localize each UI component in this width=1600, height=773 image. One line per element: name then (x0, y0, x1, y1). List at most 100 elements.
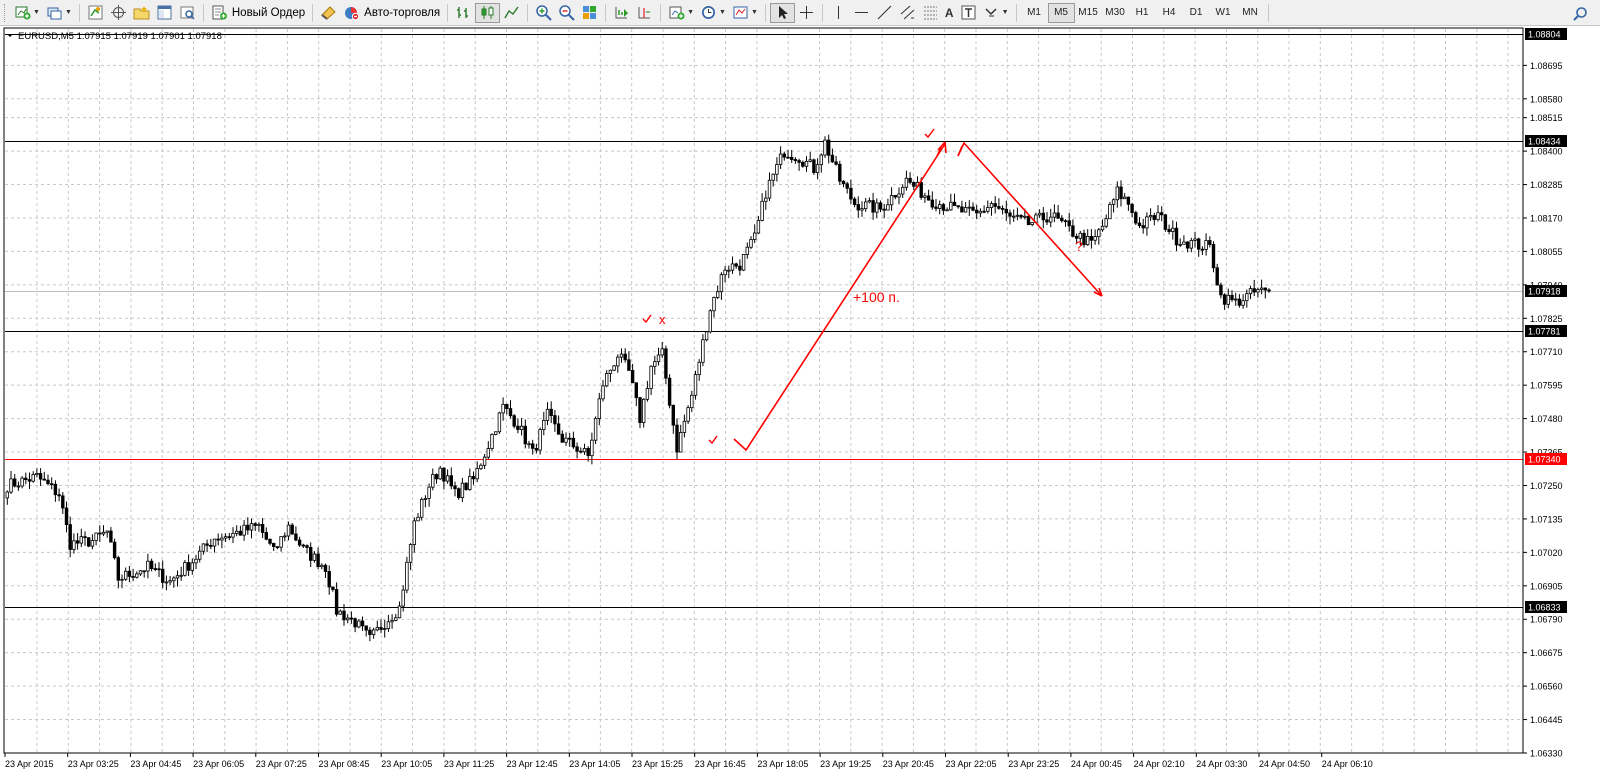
candle-body (205, 543, 209, 546)
symbol-info: EURUSD,M5 1.07915 1.07919 1.07901 1.0791… (18, 31, 222, 42)
candle-body (967, 206, 971, 209)
candle-body (619, 353, 624, 358)
candle-body (394, 617, 398, 621)
text-tool-button[interactable]: A (942, 3, 957, 23)
candle-body (105, 530, 109, 533)
timeframe-m1-button[interactable]: M1 (1021, 3, 1048, 23)
vertical-line-button[interactable] (827, 3, 850, 23)
candle-body (793, 159, 798, 162)
candle-body (220, 537, 224, 541)
candle-body (1237, 298, 1242, 306)
trendline-button[interactable] (873, 3, 896, 23)
crosshair-icon (799, 6, 813, 19)
timeframe-mn-button[interactable]: MN (1237, 3, 1264, 23)
candle-body (397, 605, 402, 619)
timeframe-w1-button[interactable]: W1 (1210, 3, 1237, 23)
candle-body (468, 476, 472, 490)
timeframe-label: W1 (1215, 7, 1231, 18)
autoscroll-button[interactable] (610, 3, 633, 23)
candle-body (1241, 300, 1245, 306)
timeframe-h4-button[interactable]: H4 (1156, 3, 1183, 23)
candle-body (875, 202, 879, 213)
zoom-out-button[interactable] (555, 3, 578, 23)
candle-body (238, 530, 243, 536)
market-watch-button[interactable] (84, 3, 107, 23)
candle-body (1071, 225, 1075, 237)
timeframe-label: MN (1242, 7, 1258, 18)
price-tick-label: 1.06330 (1530, 749, 1563, 759)
candle-body (1134, 212, 1138, 224)
new-chart-button[interactable]: ▼ (11, 3, 43, 23)
candle-body (549, 408, 553, 416)
candle-body (545, 408, 550, 421)
time-tick-label: 23 Apr 06:05 (193, 759, 244, 769)
strategy-tester-icon (180, 6, 195, 20)
timeframe-m30-button[interactable]: M30 (1102, 3, 1129, 23)
candle-body (109, 530, 113, 543)
candle-body (586, 448, 590, 457)
candle-body (323, 564, 328, 572)
profiles-button[interactable]: ▼ (43, 3, 75, 23)
templates-icon (733, 6, 748, 19)
candle-body (1193, 238, 1197, 241)
candle-body (623, 353, 627, 361)
equidistant-channel-button[interactable] (896, 3, 919, 23)
time-tick-label: 23 Apr 16:45 (695, 759, 746, 769)
toolbar-grip[interactable] (4, 3, 8, 22)
candle-body (960, 206, 964, 213)
arrows-button[interactable]: ▼ (980, 3, 1012, 23)
candle-body (90, 540, 95, 547)
navigator-button[interactable] (107, 3, 130, 23)
search-button[interactable] (1569, 4, 1592, 24)
fibonacci-button[interactable] (919, 3, 942, 23)
timeframe-m5-button[interactable]: M5 (1047, 2, 1075, 23)
candle-body (860, 208, 864, 211)
horizontal-line-button[interactable] (850, 3, 873, 23)
strategy-tester-button[interactable] (176, 3, 199, 23)
candle-body (138, 570, 143, 575)
favorites-button[interactable] (130, 3, 153, 23)
candle-body (427, 486, 431, 499)
cursor-button[interactable] (769, 2, 795, 23)
text-label-button[interactable] (957, 3, 980, 23)
time-tick-label: 23 Apr 12:45 (507, 759, 558, 769)
crosshair-button[interactable] (795, 3, 818, 23)
new-order-button[interactable]: Новый Ордер (208, 3, 308, 23)
timeframe-m15-button[interactable]: M15 (1075, 3, 1102, 23)
auto-trading-button[interactable]: Авто-торговля (340, 3, 443, 23)
candle-body (64, 507, 69, 525)
periods-button[interactable]: ▼ (697, 3, 729, 23)
timeframe-h1-button[interactable]: H1 (1129, 3, 1156, 23)
candle-body (253, 523, 257, 526)
time-tick-label: 23 Apr 19:25 (820, 759, 871, 769)
chevron-down-icon: ▼ (719, 9, 726, 16)
chart-shift-button[interactable] (633, 3, 656, 23)
candle-body (1182, 241, 1186, 245)
candle-body (634, 382, 638, 399)
toolbar-separator (447, 3, 449, 22)
tile-windows-button[interactable] (578, 3, 601, 23)
candle-body (360, 620, 365, 627)
candle-body (893, 195, 897, 198)
bar-chart-button[interactable] (452, 3, 475, 23)
templates-button[interactable]: ▼ (729, 3, 761, 23)
zoom-in-button[interactable] (532, 3, 555, 23)
candle-body (124, 570, 128, 580)
text-label-icon (961, 5, 976, 20)
price-chart[interactable]: +100 п. ? x 1.08695 1.08580 1.08515 1.08400… (0, 26, 1600, 773)
vertical-line-icon (837, 6, 839, 19)
indicators-button[interactable]: ▼ (665, 3, 697, 23)
candle-body (1104, 218, 1108, 227)
candle-body (1141, 225, 1145, 229)
terminal-button[interactable] (153, 3, 176, 23)
candle-body (1063, 220, 1068, 223)
folder-star-icon (133, 6, 150, 20)
candle-body (271, 542, 276, 548)
timeframe-d1-button[interactable]: D1 (1183, 3, 1210, 23)
candlestick-icon (481, 6, 494, 19)
line-chart-button[interactable] (500, 3, 523, 23)
candlestick-chart-button[interactable] (475, 2, 501, 23)
candle-body (382, 628, 387, 630)
metaeditor-button[interactable] (317, 3, 340, 23)
candle-body (630, 369, 635, 384)
